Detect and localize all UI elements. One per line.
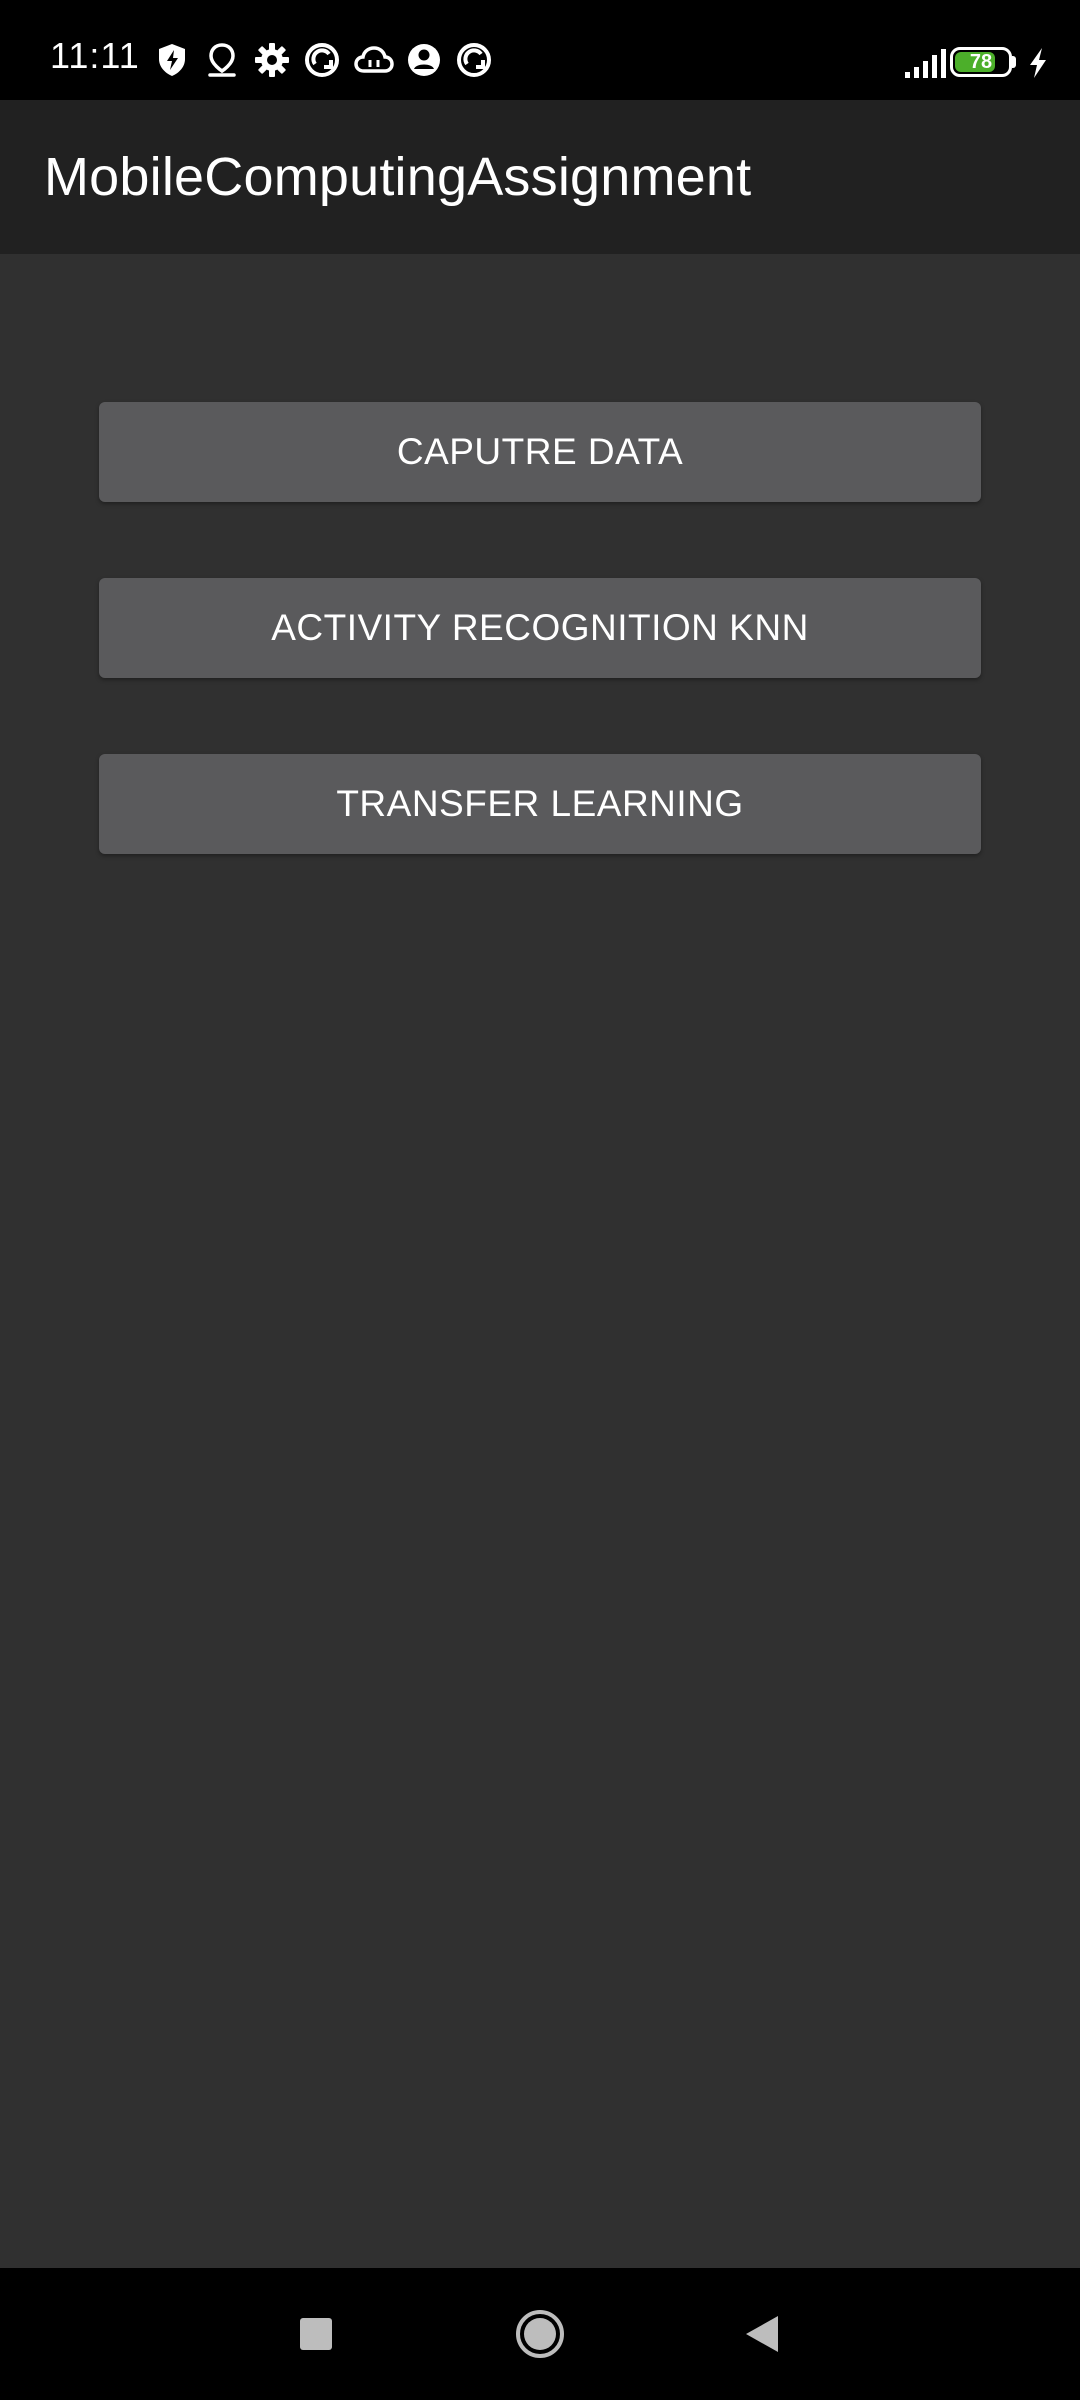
settings-gear-icon [255, 43, 289, 77]
account-icon [408, 44, 440, 76]
transfer-learning-button[interactable]: TRANSFER LEARNING [99, 754, 981, 854]
signal-icon [905, 49, 946, 78]
activity-recognition-knn-button[interactable]: ACTIVITY RECOGNITION KNN [99, 578, 981, 678]
battery-nub [1012, 56, 1016, 68]
main-content: CAPUTRE DATA ACTIVITY RECOGNITION KNN TR… [0, 254, 1080, 2268]
system-status-icons: 78 [880, 44, 1050, 84]
battery-icon: 78 [950, 47, 1016, 77]
sync-circle-icon [457, 43, 491, 77]
back-triangle-icon[interactable] [726, 2298, 798, 2370]
location-pin-icon [208, 43, 236, 77]
app-title: MobileComputingAssignment [44, 147, 752, 207]
battery-level: 78 [969, 51, 993, 73]
home-circle-icon[interactable] [504, 2298, 576, 2370]
navigation-bar [0, 2268, 1080, 2400]
shield-icon [159, 44, 185, 76]
recents-square-icon[interactable] [280, 2298, 352, 2370]
screen: 11:11 78 MobileComputingAssignment CAPUT… [0, 0, 1080, 2400]
app-bar: MobileComputingAssignment [0, 100, 1080, 254]
status-bar: 11:11 78 [0, 0, 1080, 100]
charging-icon [1030, 48, 1046, 78]
cloud-icon [354, 46, 394, 73]
capture-data-button[interactable]: CAPUTRE DATA [99, 402, 981, 502]
sync-circle-icon [305, 43, 339, 77]
status-time: 11:11 [50, 35, 140, 76]
